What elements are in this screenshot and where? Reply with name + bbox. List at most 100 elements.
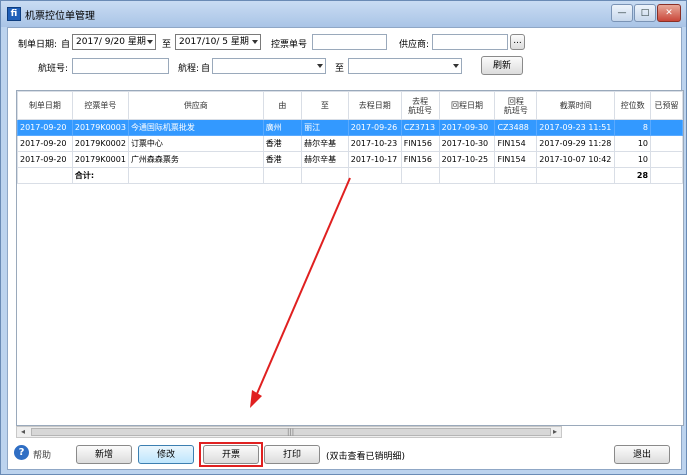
- main-window: fi 机票控位单管理 — □ ✕ 制单日期: 自 2017/ 9/20 星期 至…: [0, 0, 687, 475]
- table-cell: FIN156: [400, 135, 440, 152]
- table-cell: 20179K0002: [71, 135, 129, 152]
- flight-no-input[interactable]: [72, 58, 169, 74]
- route-from-label: 自: [201, 64, 211, 74]
- column-header[interactable]: 控位数: [614, 91, 652, 120]
- table-row[interactable]: 2017-09-20 20179K0003 今通国际机票批发 廣州 丽江 2017-09-…: [17, 119, 683, 136]
- table-cell: 廣州: [262, 119, 303, 136]
- table-cell: 2017-10-07 10:42: [536, 151, 616, 168]
- column-header[interactable]: 已预留: [650, 91, 683, 120]
- table-cell: CZ3488: [494, 119, 538, 136]
- table-row[interactable]: 2017-09-20 20179K0002 订票中心 香港 赫尔辛基 2017-10-23…: [17, 135, 683, 152]
- table-cell: 10: [614, 151, 652, 168]
- route-to-label: 至: [335, 64, 345, 74]
- refresh-button[interactable]: 刷新: [481, 56, 523, 75]
- table-cell: 10: [614, 135, 652, 152]
- table-cell: 2017-09-29 11:28: [536, 135, 616, 152]
- chevron-down-icon: [252, 40, 258, 44]
- table-header-row: 制单日期 控票单号 供应商由至去程日期 去程 航班号 回程日期 回程 航班号 截票时间 控位数 已预…: [17, 91, 683, 120]
- hint-text: (双击查看已销明细): [326, 452, 406, 462]
- table-cell: [650, 119, 683, 136]
- order-grid[interactable]: 制单日期 控票单号 供应商由至去程日期 去程 航班号 回程日期 回程 航班号 截票时间 控位数 已预…: [16, 90, 684, 426]
- table-cell: 2017-09-20: [17, 135, 73, 152]
- chevron-down-icon: [453, 64, 459, 68]
- column-header[interactable]: 控票单号: [71, 91, 129, 120]
- chevron-down-icon: [317, 64, 323, 68]
- to-date-value: 2017/10/ 5 星期: [179, 37, 249, 47]
- table-cell: [400, 167, 440, 184]
- table-cell: [494, 167, 538, 184]
- client-area: 制单日期: 自 2017/ 9/20 星期 至 2017/10/ 5 星期 控票…: [7, 27, 684, 470]
- table-cell: 2017-09-20: [17, 151, 73, 168]
- from-date-picker[interactable]: 2017/ 9/20 星期: [72, 34, 156, 50]
- column-header[interactable]: 去程 航班号: [400, 91, 440, 120]
- help-label[interactable]: 帮助: [33, 448, 51, 461]
- scroll-left-icon[interactable]: ◂: [17, 427, 29, 437]
- table-cell: 2017-09-26: [347, 119, 402, 136]
- column-header[interactable]: 制单日期: [17, 91, 73, 120]
- column-header[interactable]: 截票时间: [536, 91, 616, 120]
- order-no-input[interactable]: [312, 34, 387, 50]
- flight-no-label: 航班号:: [38, 64, 69, 74]
- table-cell: FIN156: [400, 151, 440, 168]
- to-label: 至: [162, 40, 172, 50]
- order-table: 制单日期 控票单号 供应商由至去程日期 去程 航班号 回程日期 回程 航班号 截票时间 控位数 已预…: [17, 91, 683, 184]
- column-header[interactable]: 回程日期: [438, 91, 496, 120]
- exit-button[interactable]: 退出: [614, 445, 670, 464]
- table-cell: 香港: [262, 151, 303, 168]
- total-label: 合计:: [71, 167, 129, 184]
- table-cell: 2017-10-17: [347, 151, 402, 168]
- column-header[interactable]: 由: [262, 91, 303, 120]
- order-no-label: 控票单号: [271, 40, 308, 50]
- table-cell: [262, 167, 303, 184]
- total-count: 28: [614, 167, 652, 184]
- table-cell: 广州森森票务: [127, 151, 264, 168]
- table-cell: [650, 151, 683, 168]
- column-header[interactable]: 至: [301, 91, 349, 120]
- table-cell: [17, 167, 73, 184]
- to-date-picker[interactable]: 2017/10/ 5 星期: [175, 34, 261, 50]
- table-cell: 订票中心: [127, 135, 264, 152]
- column-header[interactable]: 回程 航班号: [494, 91, 538, 120]
- route-to-select[interactable]: [348, 58, 462, 74]
- table-cell: 2017-09-23 11:51: [536, 119, 616, 136]
- scroll-thumb[interactable]: |||: [31, 428, 551, 436]
- help-icon[interactable]: ?: [14, 445, 29, 460]
- maximize-button[interactable]: □: [634, 4, 656, 22]
- table-cell: 2017-10-30: [438, 135, 496, 152]
- print-button[interactable]: 打印: [264, 445, 320, 464]
- add-button[interactable]: 新增: [76, 445, 132, 464]
- route-label: 航程:: [178, 64, 200, 74]
- from-date-value: 2017/ 9/20 星期: [76, 37, 146, 47]
- highlight-box: [199, 442, 263, 467]
- table-cell: 赫尔辛基: [301, 135, 349, 152]
- table-cell: [301, 167, 349, 184]
- column-header[interactable]: 去程日期: [347, 91, 402, 120]
- supplier-input[interactable]: [432, 34, 508, 50]
- table-cell: 20179K0003: [71, 119, 129, 136]
- table-row[interactable]: 2017-09-20 20179K0001 广州森森票务 香港 赫尔辛基 2017-10-…: [17, 151, 683, 168]
- minimize-button[interactable]: —: [611, 4, 633, 22]
- make-date-label: 制单日期:: [18, 40, 58, 50]
- table-cell: 丽江: [301, 119, 349, 136]
- table-cell: 2017-09-20: [17, 119, 73, 136]
- table-cell: [650, 167, 683, 184]
- table-cell: [127, 167, 264, 184]
- title-bar[interactable]: fi 机票控位单管理 — □ ✕: [1, 1, 686, 27]
- edit-button[interactable]: 修改: [138, 445, 194, 464]
- app-icon: fi: [7, 7, 21, 21]
- column-header[interactable]: 供应商: [127, 91, 264, 120]
- close-button[interactable]: ✕: [657, 4, 681, 22]
- totals-row: 合计: 28: [17, 167, 683, 184]
- table-cell: [438, 167, 496, 184]
- from-label: 自: [61, 40, 71, 50]
- table-cell: 2017-09-30: [438, 119, 496, 136]
- scroll-right-icon[interactable]: ▸: [549, 427, 561, 437]
- horizontal-scrollbar[interactable]: ◂ ||| ▸: [16, 426, 562, 438]
- table-cell: FIN154: [494, 135, 538, 152]
- chevron-down-icon: [147, 40, 153, 44]
- supplier-browse-button[interactable]: ...: [510, 34, 525, 50]
- route-from-select[interactable]: [212, 58, 326, 74]
- supplier-label: 供应商:: [399, 40, 430, 50]
- table-cell: 20179K0001: [71, 151, 129, 168]
- table-cell: [650, 135, 683, 152]
